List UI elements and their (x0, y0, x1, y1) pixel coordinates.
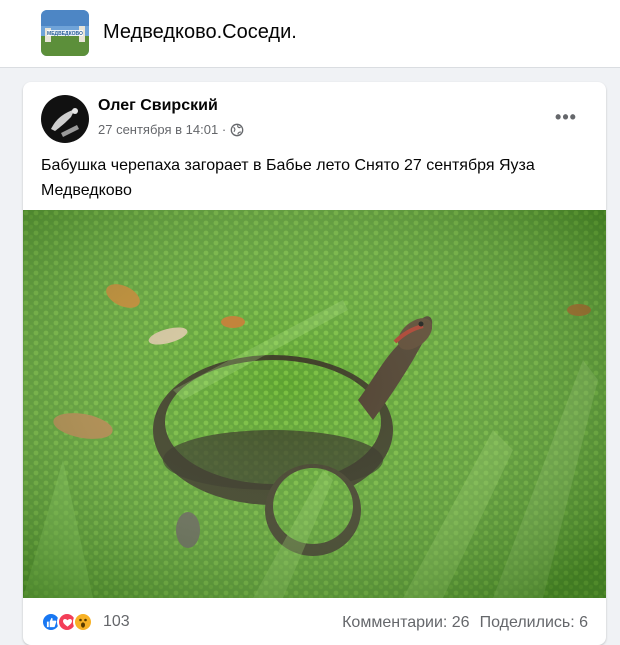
group-header: МЕДВЕДКОВО Медведково.Соседи. (0, 0, 620, 68)
globe-icon[interactable] (230, 123, 244, 137)
author-name[interactable]: Олег Свирский (98, 97, 218, 115)
meta-separator: · (218, 122, 227, 137)
comments-count[interactable]: Комментарии: 26 (342, 614, 469, 632)
shares-count[interactable]: Поделились: 6 (480, 614, 588, 632)
group-avatar[interactable]: МЕДВЕДКОВО (41, 10, 89, 56)
post-photo[interactable] (23, 210, 606, 598)
author-avatar[interactable] (41, 95, 89, 143)
more-options-button[interactable]: ••• (551, 102, 581, 132)
post-text: Бабушка черепаха загорает в Бабье лето С… (41, 157, 535, 199)
reactions-summary[interactable]: 103 (41, 612, 130, 632)
post-timestamp[interactable]: 27 сентября в 14:01 (98, 122, 218, 137)
post-card: Олег Свирский 27 сентября в 14:01 · ••• … (23, 82, 606, 645)
reaction-count: 103 (103, 613, 130, 630)
turtle-photo (23, 210, 606, 598)
group-name[interactable]: Медведково.Соседи. (103, 21, 297, 44)
svg-text:МЕДВЕДКОВО: МЕДВЕДКОВО (47, 31, 83, 37)
wow-icon (73, 612, 93, 632)
post-stats: Комментарии: 26 Поделились: 6 (342, 614, 588, 632)
post-meta: 27 сентября в 14:01 · (98, 122, 244, 137)
